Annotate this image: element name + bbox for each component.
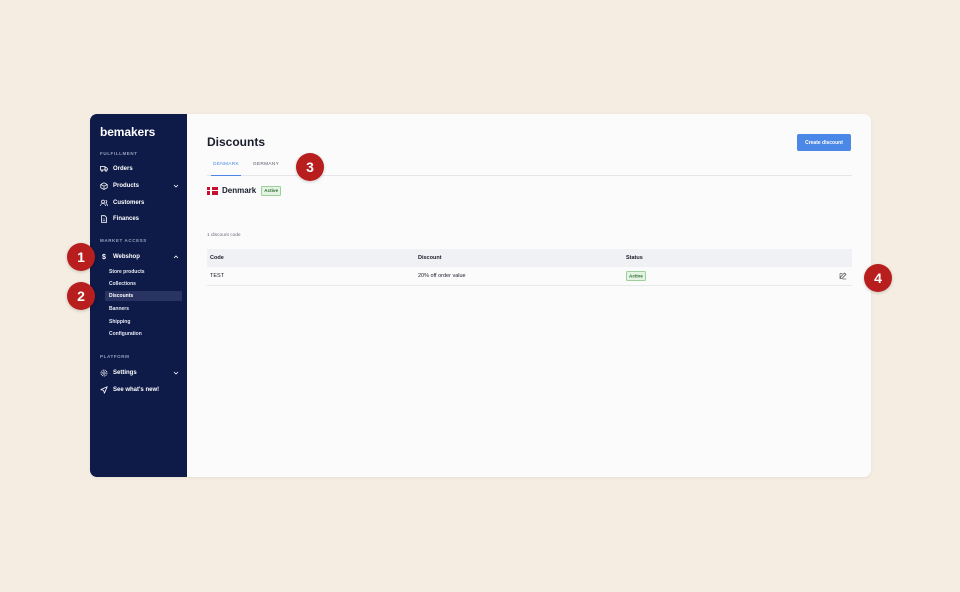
brand-logo[interactable]: bemakers (100, 125, 155, 139)
sidebar-subitem-collections[interactable]: Collections (105, 279, 182, 289)
sidebar-item-label: See what's new! (113, 387, 160, 393)
discount-count: 1 discount code (207, 233, 241, 238)
truck-icon (100, 165, 108, 173)
section-market-access: MARKET ACCESS (100, 238, 147, 243)
header-code: Code (210, 255, 224, 261)
sidebar-item-label: Webshop (113, 254, 140, 260)
sidebar-subitem-store-products[interactable]: Store products (105, 267, 182, 277)
sidebar-item-orders[interactable]: Orders (100, 164, 180, 174)
sidebar-item-label: Customers (113, 200, 145, 206)
chevron-down-icon[interactable] (172, 182, 180, 190)
tab-germany[interactable]: GERMANY (251, 162, 281, 176)
status-badge: Active (261, 186, 282, 196)
sidebar-item-whats-new[interactable]: See what's new! (100, 385, 180, 395)
section-platform: PLATFORM (100, 354, 130, 359)
country-header: Denmark Active (207, 186, 282, 196)
cell-code: TEST (210, 273, 225, 279)
create-discount-button[interactable]: Create discount (797, 134, 851, 151)
callout-marker-3: 3 (296, 153, 324, 181)
tab-denmark[interactable]: DENMARK (211, 162, 241, 176)
dollar-icon: $ (102, 253, 106, 261)
app-window: bemakers FULFILLMENT Orders Products Cus… (90, 114, 871, 477)
rocket-icon (100, 386, 108, 394)
sidebar-subitem-shipping[interactable]: Shipping (105, 317, 182, 327)
callout-marker-4: 4 (864, 264, 892, 292)
cell-status: Active (623, 270, 852, 281)
sidebar-subitem-discounts[interactable]: Discounts (105, 291, 182, 301)
sidebar-item-finances[interactable]: Finances (100, 214, 180, 224)
cell-discount: 20% off order value (418, 273, 466, 279)
country-name: Denmark (222, 186, 257, 196)
main-content: Discounts Create discount DENMARK GERMAN… (187, 114, 871, 477)
box-icon (100, 182, 108, 190)
chevron-up-icon[interactable] (172, 253, 180, 261)
table-header: Code Discount Status (207, 249, 852, 267)
gear-icon (100, 369, 108, 377)
callout-marker-1: 1 (67, 243, 95, 271)
sidebar-item-webshop[interactable]: $ Webshop (100, 252, 180, 262)
sidebar-item-label: Finances (113, 216, 140, 222)
denmark-flag-icon (207, 186, 218, 195)
section-fulfillment: FULFILLMENT (100, 151, 138, 156)
sidebar-item-label: Products (113, 183, 140, 189)
callout-marker-2: 2 (67, 282, 95, 310)
discounts-table: Code Discount Status TEST 20% off order … (207, 249, 852, 286)
chevron-down-icon[interactable] (172, 369, 180, 377)
sidebar-item-customers[interactable]: Customers (100, 198, 180, 208)
sidebar-item-products[interactable]: Products (100, 181, 180, 191)
sidebar-item-settings[interactable]: Settings (100, 368, 180, 378)
table-row[interactable]: TEST 20% off order value Active (207, 267, 852, 286)
sidebar: bemakers FULFILLMENT Orders Products Cus… (90, 114, 187, 477)
sidebar-item-label: Orders (113, 166, 133, 172)
edit-icon[interactable] (839, 272, 847, 280)
sidebar-subitem-banners[interactable]: Banners (105, 304, 182, 314)
sidebar-item-label: Settings (113, 370, 137, 376)
header-status: Status (626, 255, 643, 261)
users-icon (100, 199, 108, 207)
status-badge: Active (626, 270, 646, 281)
document-icon (100, 215, 108, 223)
header-discount: Discount (418, 255, 442, 261)
sidebar-subitem-configuration[interactable]: Configuration (105, 329, 182, 339)
page-title: Discounts (207, 135, 266, 149)
